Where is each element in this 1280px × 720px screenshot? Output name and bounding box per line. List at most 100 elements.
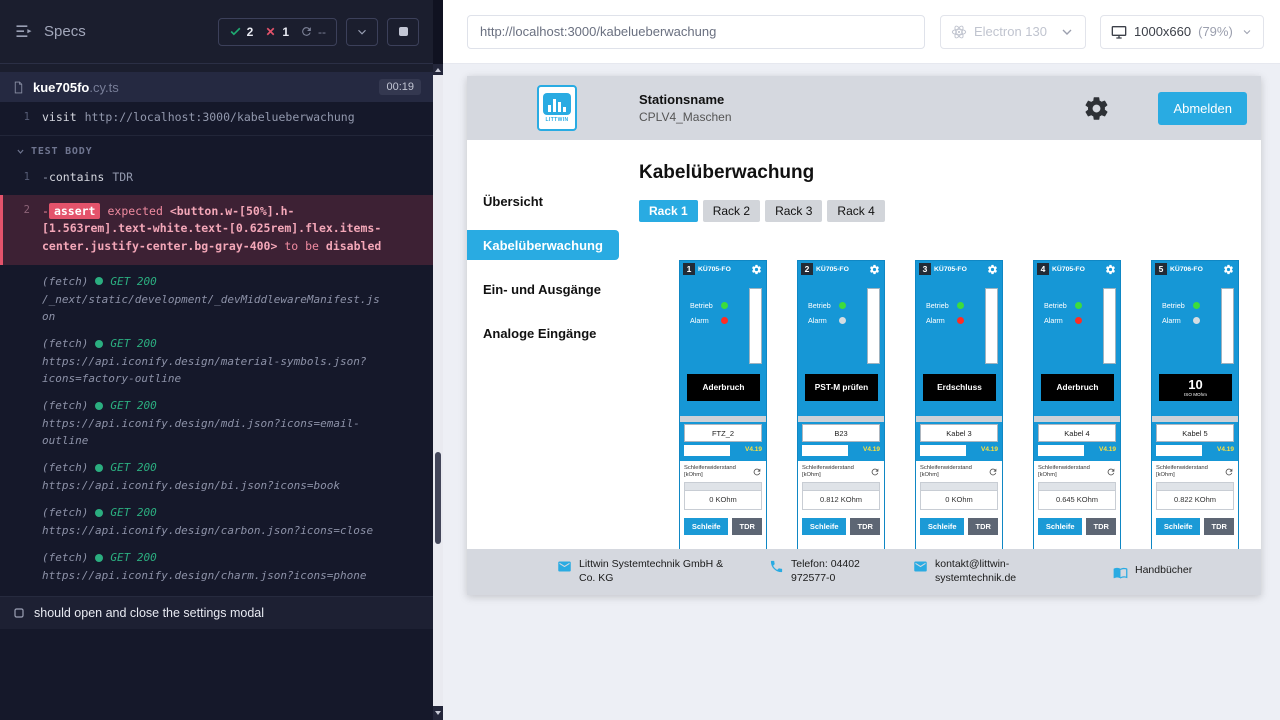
phone-number[interactable]: Telefon: 04402 972577-0 [791, 558, 883, 585]
measurement-label: Schleifenwiderstand [kOhm] [920, 465, 984, 479]
status-display: Aderbruch [687, 374, 760, 401]
resistance-value-box: 0.822 KOhm [1156, 482, 1234, 510]
fetch-prefix: (fetch) [42, 337, 88, 350]
manuals-link[interactable]: Handbücher [1135, 564, 1192, 578]
firmware-version: V4.19 [981, 446, 998, 453]
chevron-down-icon [16, 147, 25, 156]
fetch-url: https://api.iconify.design/charm.json?ic… [42, 567, 367, 584]
fetch-log-row[interactable]: (fetch) GET 200 /_next/static/developmen… [0, 269, 433, 331]
refresh-icon[interactable] [1106, 467, 1116, 477]
request-status-dot-icon [95, 340, 103, 348]
tdr-button[interactable]: TDR [732, 518, 762, 535]
schleife-button[interactable]: Schleife [1156, 518, 1200, 535]
fetch-log-row[interactable]: (fetch) GET 200 https://api.iconify.desi… [0, 331, 433, 393]
tdr-button[interactable]: TDR [850, 518, 880, 535]
cable-name-field[interactable]: Kabel 4 [1038, 424, 1116, 442]
fetch-url: https://api.iconify.design/bi.json?icons… [42, 477, 340, 494]
refresh-icon[interactable] [752, 467, 762, 477]
nav-item-analoge-eingaenge[interactable]: Analoge Eingänge [467, 318, 619, 348]
card-terminal-strip [1221, 288, 1234, 364]
tab-rack-4[interactable]: Rack 4 [827, 200, 884, 222]
nav-item-kabelueberwachung[interactable]: Kabelüberwachung [467, 230, 619, 260]
schleife-button[interactable]: Schleife [1038, 518, 1082, 535]
betrieb-label: Betrieb [1044, 301, 1067, 310]
browser-selector[interactable]: Electron 130 [940, 15, 1086, 49]
pending-stat: -- [300, 25, 326, 39]
browser-pane: Electron 130 1000x660 (79%) LITTWIN [443, 0, 1280, 720]
tdr-button[interactable]: TDR [968, 518, 998, 535]
collapse-reporter-button[interactable] [346, 18, 378, 46]
monitor-icon [1111, 24, 1127, 40]
scrollbar-thumb[interactable] [435, 452, 441, 544]
fetch-status: GET 200 [110, 337, 156, 350]
url-input[interactable] [467, 15, 925, 49]
card-divider [680, 416, 766, 422]
logout-button[interactable]: Abmelden [1158, 92, 1247, 125]
betrieb-led [1193, 302, 1200, 309]
fetch-log-row[interactable]: (fetch) GET 200 https://api.iconify.desi… [0, 545, 433, 590]
passed-stat: 2 [229, 25, 254, 39]
card-settings-gear-icon[interactable] [869, 264, 880, 275]
schleife-button[interactable]: Schleife [684, 518, 728, 535]
refresh-icon[interactable] [1224, 467, 1234, 477]
alarm-label: Alarm [690, 316, 709, 325]
refresh-icon [300, 25, 313, 38]
card-settings-gear-icon[interactable] [987, 264, 998, 275]
contains-command-row[interactable]: 1 containsTDR [0, 164, 433, 191]
tab-rack-3[interactable]: Rack 3 [765, 200, 822, 222]
version-box [684, 445, 730, 456]
firmware-version: V4.19 [745, 446, 762, 453]
refresh-icon[interactable] [870, 467, 880, 477]
specs-label[interactable]: Specs [44, 23, 86, 40]
alarm-led [721, 317, 728, 324]
card-divider [916, 416, 1002, 422]
status-message: Erdschluss [937, 383, 982, 392]
fetch-log-row[interactable]: (fetch) GET 200 https://api.iconify.desi… [0, 393, 433, 455]
version-box [1156, 445, 1202, 456]
stop-tests-button[interactable] [387, 18, 419, 46]
schleife-button[interactable]: Schleife [920, 518, 964, 535]
schleife-button[interactable]: Schleife [802, 518, 846, 535]
card-settings-gear-icon[interactable] [1105, 264, 1116, 275]
resistance-value-box: 0.812 KOhm [802, 482, 880, 510]
screen-root: Specs 2 1 -- [0, 0, 1280, 720]
email-address[interactable]: kontakt@littwin-systemtechnik.de [935, 558, 1043, 585]
viewport-selector[interactable]: 1000x660 (79%) [1100, 15, 1264, 49]
settings-gear-icon[interactable] [1083, 95, 1110, 122]
rack-tabs: Rack 1 Rack 2 Rack 3 Rack 4 [639, 200, 1261, 222]
nav-item-ein-und-ausgaenge[interactable]: Ein- und Ausgänge [467, 274, 619, 304]
cable-name-field[interactable]: Kabel 3 [920, 424, 998, 442]
card-model-label: KÜ705-FO [698, 266, 748, 273]
tab-rack-1[interactable]: Rack 1 [639, 200, 698, 222]
card-settings-gear-icon[interactable] [751, 264, 762, 275]
nav-item-uebersicht[interactable]: Übersicht [467, 186, 619, 216]
visit-command-row[interactable]: 1 visithttp://localhost:3000/kabelueberw… [0, 104, 433, 131]
betrieb-label: Betrieb [926, 301, 949, 310]
card-number: 5 [1155, 263, 1167, 275]
betrieb-led [1075, 302, 1082, 309]
card-model-label: KÜ705-FO [934, 266, 984, 273]
tab-rack-2[interactable]: Rack 2 [703, 200, 760, 222]
cable-name-field[interactable]: Kabel 5 [1156, 424, 1234, 442]
failed-assert-row[interactable]: 2 assertexpected <button.w-[50%].h-[1.56… [0, 195, 433, 265]
pending-test-row[interactable]: should open and close the settings modal [0, 596, 433, 629]
refresh-icon[interactable] [988, 467, 998, 477]
card-settings-gear-icon[interactable] [1223, 264, 1234, 275]
specs-menu-icon[interactable] [14, 22, 34, 42]
card-divider [1152, 416, 1238, 422]
spec-name: kue705fo [33, 80, 89, 95]
scroll-up-arrow[interactable] [433, 64, 443, 75]
fetch-log-row[interactable]: (fetch) GET 200 https://api.iconify.desi… [0, 455, 433, 500]
fetch-log-row[interactable]: (fetch) GET 200 https://api.iconify.desi… [0, 500, 433, 545]
spec-file-row[interactable]: kue705fo.cy.ts 00:19 [0, 72, 433, 102]
betrieb-label: Betrieb [1162, 301, 1185, 310]
reporter-scrollbar[interactable] [433, 0, 443, 720]
book-icon [1113, 565, 1128, 580]
resistance-value: 0 KOhm [921, 491, 997, 504]
cable-name-field[interactable]: FTZ_2 [684, 424, 762, 442]
test-body-section[interactable]: TEST BODY [0, 135, 433, 164]
cable-name-field[interactable]: B23 [802, 424, 880, 442]
tdr-button[interactable]: TDR [1086, 518, 1116, 535]
scroll-down-arrow[interactable] [433, 706, 443, 720]
tdr-button[interactable]: TDR [1204, 518, 1234, 535]
